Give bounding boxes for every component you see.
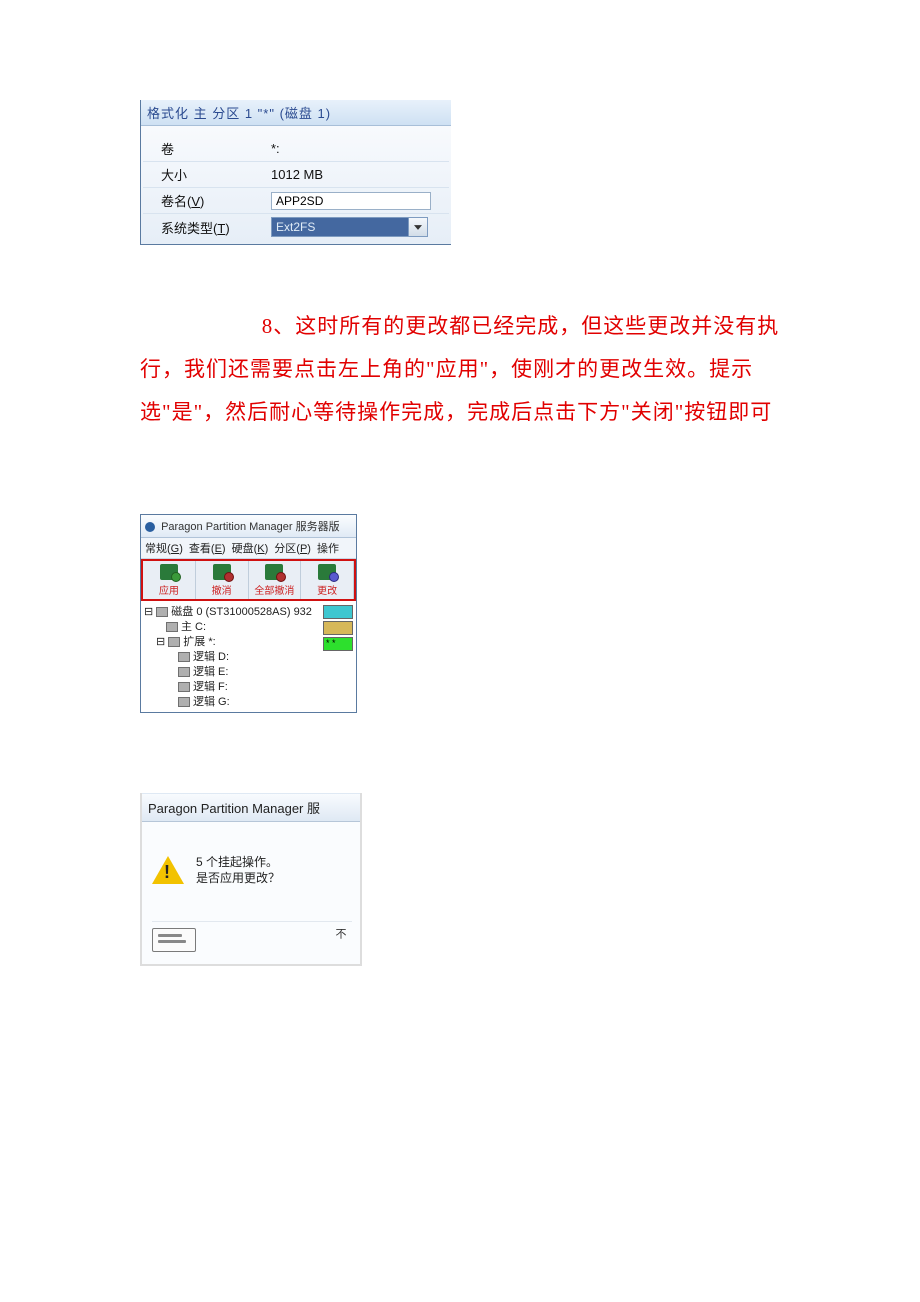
volume-label: 卷 (143, 139, 271, 158)
format-dialog-body: 卷 *: 大小 1012 MB 卷名(V) 系统 (141, 126, 451, 244)
disk-icon (156, 607, 168, 617)
modify-icon (318, 564, 336, 580)
menu-general[interactable]: 常规(G) (145, 540, 183, 556)
menu-operation[interactable]: 操作 (317, 540, 339, 556)
tree-logic-f[interactable]: 逻辑 F: (144, 680, 323, 695)
volume-value: *: (271, 141, 449, 156)
dont-show-button[interactable] (152, 928, 196, 952)
tree-main-c[interactable]: 主 C: (144, 620, 323, 635)
volname-label: 卷名(V) (143, 191, 271, 210)
disk-tree: ⊟ 磁盘 0 (ST31000528AS) 932 主 C: ⊟ 扩展 *: 逻… (141, 601, 356, 712)
drive-icon (166, 622, 178, 632)
warning-icon (152, 856, 184, 884)
drive-icon (178, 667, 190, 677)
chevron-down-icon[interactable] (408, 218, 427, 236)
drive-icon (178, 682, 190, 692)
undo-all-icon (265, 564, 283, 580)
drive-icon (178, 697, 190, 707)
volname-input[interactable] (271, 192, 431, 210)
fs-type-select[interactable]: Ext2FS (271, 217, 428, 237)
modify-button[interactable]: 更改 (301, 561, 354, 599)
drive-icon (178, 652, 190, 662)
apply-button[interactable]: 应用 (143, 561, 196, 599)
format-dialog: 格式化 主 分区 1 "*" (磁盘 1) 卷 *: 大小 1012 MB 卷名… (140, 100, 451, 245)
undo-all-button[interactable]: 全部撤消 (249, 561, 302, 599)
app-logo-icon (145, 522, 155, 532)
app-menubar[interactable]: 常规(G) 查看(E) 硬盘(K) 分区(P) 操作 (141, 538, 356, 559)
side-text: 不 (332, 928, 352, 939)
instruction-paragraph: 8、这时所有的更改都已经完成，但这些更改并没有执行，我们还需要点击左上角的"应用… (140, 305, 780, 434)
confirm-message: 5 个挂起操作。 是否应用更改？ (196, 854, 280, 886)
tree-disk-0[interactable]: ⊟ 磁盘 0 (ST31000528AS) 932 (144, 605, 323, 620)
confirm-dialog: Paragon Partition Manager 服 5 个挂起操作。 是否应… (140, 793, 362, 966)
partition-bar (323, 637, 353, 651)
menu-disk[interactable]: 硬盘(K) (232, 540, 269, 556)
partition-manager-window: Paragon Partition Manager 服务器版 常规(G) 查看(… (140, 514, 357, 713)
undo-button[interactable]: 撤消 (196, 561, 249, 599)
partition-bar (323, 605, 353, 619)
size-label: 大小 (143, 165, 271, 184)
format-dialog-title: 格式化 主 分区 1 "*" (磁盘 1) (141, 100, 451, 126)
app-titlebar: Paragon Partition Manager 服务器版 (141, 515, 356, 538)
fs-type-label: 系统类型(T) (143, 218, 271, 237)
app-toolbar: 应用 撤消 全部撤消 更改 (141, 559, 356, 601)
partition-bars (323, 605, 353, 710)
undo-icon (213, 564, 231, 580)
tree-logic-d[interactable]: 逻辑 D: (144, 650, 323, 665)
tree-logic-g[interactable]: 逻辑 G: (144, 695, 323, 710)
tree-logic-e[interactable]: 逻辑 E: (144, 665, 323, 680)
fs-type-value: Ext2FS (272, 218, 408, 236)
menu-partition[interactable]: 分区(P) (274, 540, 311, 556)
menu-view[interactable]: 查看(E) (189, 540, 226, 556)
partition-bar (323, 621, 353, 635)
tree-extended[interactable]: ⊟ 扩展 *: (144, 635, 323, 650)
size-value: 1012 MB (271, 167, 449, 182)
drive-icon (168, 637, 180, 647)
apply-icon (160, 564, 178, 580)
confirm-title: Paragon Partition Manager 服 (142, 793, 360, 822)
